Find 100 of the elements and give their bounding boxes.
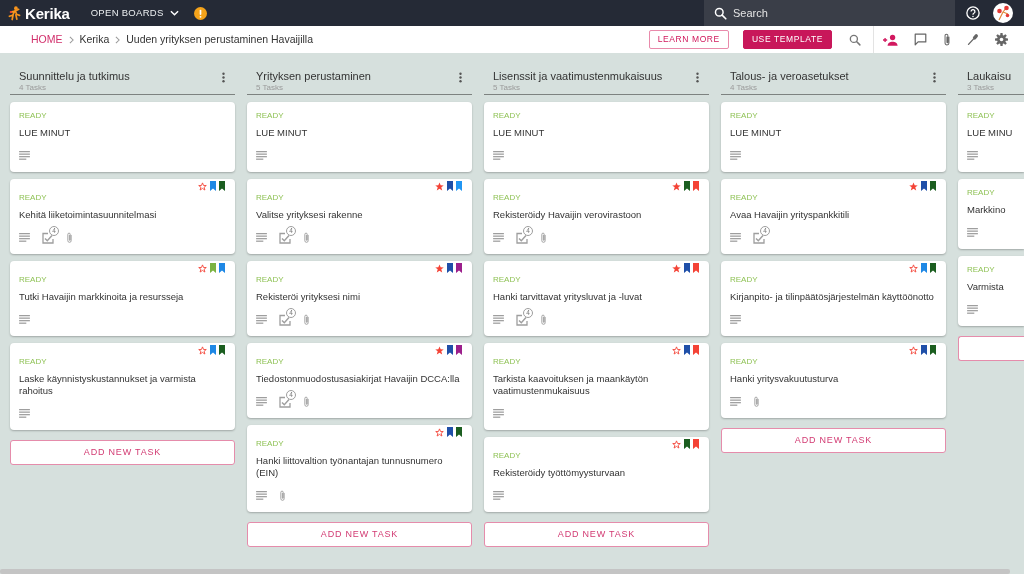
- star-icon[interactable]: [435, 427, 444, 437]
- star-icon[interactable]: [198, 345, 207, 355]
- chevron-right-icon: [68, 35, 74, 44]
- add-task-button[interactable]: ADD NEW TASK: [721, 428, 946, 453]
- add-task-button[interactable]: ADD NEW TASK: [247, 522, 472, 547]
- search-field[interactable]: Search: [704, 0, 955, 26]
- status-label: READY: [493, 111, 521, 121]
- checklist-icon: [279, 395, 291, 408]
- star-icon[interactable]: [672, 345, 681, 355]
- description-icon: [256, 397, 267, 406]
- task-card[interactable]: READY Hanki yritysvakuutusturva: [721, 343, 946, 418]
- avatar-icon[interactable]: [993, 3, 1013, 23]
- paperclip-icon: [753, 395, 760, 408]
- task-title: Hanki tarvittavat yritysluvat ja -luvat: [493, 291, 643, 303]
- description-icon: [967, 151, 978, 160]
- star-icon[interactable]: [672, 263, 681, 273]
- breadcrumb-item[interactable]: Uuden yrityksen perustaminen Havaijilla: [126, 31, 314, 48]
- status-label: READY: [19, 193, 47, 203]
- description-icon: [19, 151, 30, 160]
- description-icon: [493, 409, 504, 418]
- add-task-button[interactable]: ADD NEW TASK: [484, 522, 709, 547]
- scrollbar[interactable]: [0, 569, 1010, 574]
- description-icon: [19, 233, 30, 242]
- breadcrumb-item[interactable]: Kerika: [79, 31, 110, 48]
- add-person-icon[interactable]: [883, 33, 898, 46]
- logo-text[interactable]: Kerika: [25, 5, 70, 21]
- status-label: READY: [256, 439, 284, 449]
- task-card[interactable]: READY LUE MINUT: [10, 102, 235, 172]
- column-title: Lisenssit ja vaatimustenmukaisuus: [493, 69, 663, 83]
- status-label: READY: [493, 451, 521, 461]
- search-icon[interactable]: [849, 33, 861, 46]
- task-card[interactable]: READY Laske käynnistyskustannukset ja varmista rahoitus: [10, 343, 235, 430]
- more-menu-icon[interactable]: [222, 72, 225, 83]
- star-icon[interactable]: [198, 181, 207, 191]
- status-label: READY: [256, 357, 284, 367]
- task-card[interactable]: READY Kirjanpito- ja tilinpäätösjärjestelmän käyttöönotto: [721, 261, 946, 336]
- use-template-button[interactable]: USE TEMPLATE: [742, 30, 832, 49]
- star-icon[interactable]: [435, 263, 444, 273]
- more-menu-icon[interactable]: [696, 72, 699, 83]
- star-icon[interactable]: [435, 181, 444, 191]
- description-icon: [493, 315, 504, 324]
- status-label: READY: [730, 357, 758, 367]
- task-card[interactable]: READY LUE MINUT: [484, 102, 709, 172]
- home-link[interactable]: HOME: [31, 31, 63, 48]
- description-icon: [493, 151, 504, 160]
- task-card[interactable]: READY LUE MINUT: [247, 102, 472, 172]
- add-task-button[interactable]: ADD NEW TASK: [10, 440, 235, 465]
- status-label: READY: [967, 111, 995, 121]
- settings-icon[interactable]: [995, 33, 1008, 46]
- task-title: Tutki Havaijin markkinoita ja resursseja: [19, 291, 185, 303]
- task-card[interactable]: READY LUE MINUT: [721, 102, 946, 172]
- status-label: READY: [256, 275, 284, 285]
- chat-icon[interactable]: [914, 33, 927, 46]
- description-icon: [493, 491, 504, 500]
- status-label: READY: [19, 275, 47, 285]
- add-task-button[interactable]: [958, 336, 1024, 361]
- task-card[interactable]: READY Hanki liittovaltion työnantajan tunnusnumero (EIN): [247, 425, 472, 512]
- paperclip-icon: [303, 313, 310, 326]
- task-title: LUE MINUT: [19, 127, 72, 139]
- star-icon[interactable]: [672, 181, 681, 191]
- task-title: Hanki yritysvakuutusturva: [730, 373, 840, 385]
- paperclip-icon[interactable]: [943, 32, 951, 47]
- star-icon[interactable]: [435, 345, 444, 355]
- microphone-icon[interactable]: [967, 33, 979, 46]
- logo-icon[interactable]: [8, 5, 21, 21]
- description-icon: [19, 409, 30, 418]
- checklist-icon: [279, 231, 291, 244]
- task-card[interactable]: READY Rekisteröidy työttömyysturvaan: [484, 437, 709, 512]
- task-card[interactable]: READY Varmista: [958, 256, 1024, 326]
- status-label: READY: [19, 111, 47, 121]
- star-icon[interactable]: [909, 263, 918, 273]
- description-icon: [967, 305, 978, 314]
- task-title: Rekisteröidy Havaijin verovirastoon: [493, 209, 643, 221]
- star-icon[interactable]: [909, 345, 918, 355]
- description-icon: [730, 151, 741, 160]
- column-title: Laukaisu: [967, 69, 1012, 83]
- status-label: READY: [730, 275, 758, 285]
- star-icon[interactable]: [909, 181, 918, 191]
- task-card[interactable]: READY LUE MINU: [958, 102, 1024, 172]
- description-icon: [730, 233, 741, 242]
- star-icon[interactable]: [198, 263, 207, 273]
- open-boards-menu[interactable]: OPEN BOARDS: [90, 8, 179, 18]
- description-icon: [19, 315, 30, 324]
- description-icon: [730, 315, 741, 324]
- task-title: Tiedostonmuodostusasiakirjat Havaijin DCCA:lla: [256, 373, 461, 385]
- description-icon: [967, 228, 978, 237]
- alert-icon[interactable]: [193, 6, 207, 20]
- paperclip-icon: [66, 231, 73, 244]
- help-icon[interactable]: [966, 6, 980, 20]
- star-icon[interactable]: [672, 439, 681, 449]
- learn-more-button[interactable]: LEARN MORE: [648, 30, 729, 49]
- description-icon: [256, 491, 267, 500]
- task-card[interactable]: READY Markkino: [958, 179, 1024, 249]
- paperclip-icon: [540, 231, 547, 244]
- task-card[interactable]: READY Tarkista kaavoituksen ja maankäytön vaatimustenmukaisuus: [484, 343, 709, 430]
- more-menu-icon[interactable]: [933, 72, 936, 83]
- status-label: READY: [493, 193, 521, 203]
- checklist-icon: [753, 231, 765, 244]
- more-menu-icon[interactable]: [459, 72, 462, 83]
- task-card[interactable]: READY Tutki Havaijin markkinoita ja resursseja: [10, 261, 235, 336]
